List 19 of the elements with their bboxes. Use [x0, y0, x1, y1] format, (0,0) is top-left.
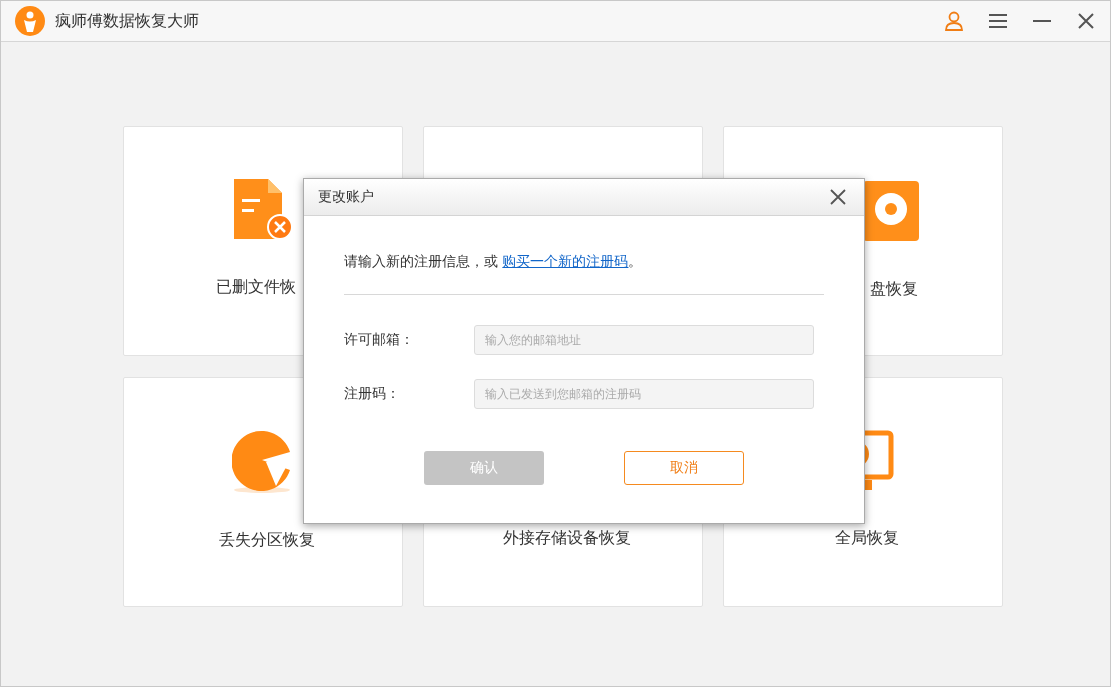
card-label: 已删文件恢 [216, 277, 296, 298]
minimize-icon [1033, 20, 1051, 22]
dialog-title: 更改账户 [318, 188, 374, 206]
account-button[interactable] [942, 9, 966, 33]
menu-icon [989, 13, 1007, 29]
deleted-file-icon [234, 179, 292, 241]
app-logo-icon [15, 6, 45, 36]
card-label: 全局恢复 [835, 528, 899, 549]
buy-code-link[interactable]: 购买一个新的注册码 [502, 253, 629, 269]
window-title: 疯师傅数据恢复大师 [55, 10, 200, 32]
close-icon [830, 189, 846, 205]
close-icon [1078, 13, 1094, 29]
input-field[interactable]: 输入您的邮箱地址 [474, 325, 814, 355]
field-label: 注册码： [344, 385, 401, 403]
user-icon [944, 11, 964, 31]
card-label: 丢失分区恢复 [219, 530, 315, 551]
card-label: 盘恢复 [870, 279, 918, 300]
input-field[interactable]: 输入已发送到您邮箱的注册码 [474, 379, 814, 409]
card-label: 外接存储设备恢复 [503, 528, 631, 549]
